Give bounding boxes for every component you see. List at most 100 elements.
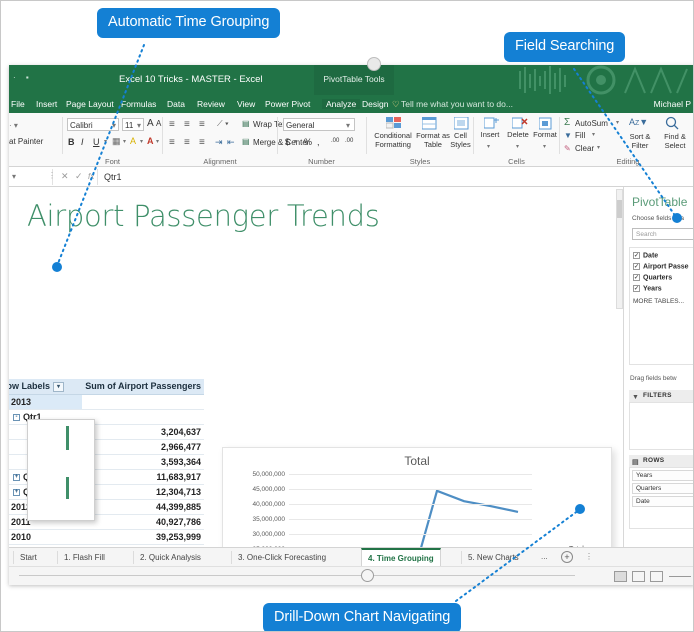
sheet-tab-overflow[interactable]: ... [541, 552, 548, 561]
tell-me-search[interactable]: Tell me what you want to do... [401, 99, 513, 109]
worksheet-vertical-scrollbar[interactable] [616, 189, 623, 309]
ribbon-tab-insert[interactable]: Insert [36, 99, 57, 109]
sheet-tab-menu-icon[interactable]: ⋮ [585, 552, 593, 561]
checkbox-checked-icon[interactable]: ✓ [633, 262, 640, 270]
conditional-formatting-button[interactable]: Conditional Formatting [370, 131, 416, 149]
table-row[interactable]: Mar 3,593,364 [9, 454, 204, 470]
comma-button[interactable]: , [317, 137, 320, 147]
fill-button[interactable]: Fill [575, 131, 585, 140]
field-item-years[interactable]: ✓ Years [633, 284, 693, 292]
zone-item-date[interactable]: Date [632, 496, 693, 507]
table-row[interactable]: -2013 [9, 394, 204, 410]
sheet-tab-one-click-forecasting[interactable]: 3. One-Click Forecasting [231, 551, 332, 564]
page-layout-view-button[interactable] [632, 571, 645, 582]
filter-dropdown-icon[interactable]: ▾ [53, 381, 65, 392]
table-row[interactable]: +2010 39,253,999 [9, 529, 204, 545]
borders-icon[interactable]: ▦ [112, 136, 121, 147]
search-input[interactable]: Search [632, 228, 693, 240]
find-select-icon[interactable] [665, 116, 679, 130]
number-format-box[interactable]: General [283, 118, 355, 131]
sheet-tab-time-grouping[interactable]: 4. Time Grouping [361, 548, 441, 567]
autosum-icon[interactable]: Σ [564, 117, 570, 128]
delete-cells-icon[interactable] [512, 117, 528, 130]
normal-view-button[interactable] [614, 571, 627, 582]
sheet-tab-flash-fill[interactable]: 1. Flash Fill [57, 551, 111, 564]
zoom-slider[interactable] [669, 576, 691, 577]
ribbon-tab-formulas[interactable]: Formulas [121, 99, 156, 109]
quick-access-toolbar[interactable]: · ▪ [13, 73, 33, 82]
bold-button[interactable]: B [68, 137, 75, 147]
percent-button[interactable]: % [304, 137, 312, 147]
cell-styles-icon[interactable] [454, 117, 470, 131]
ribbon-tab-power-pivot[interactable]: Power Pivot [265, 99, 310, 109]
pivot-header-row-labels[interactable]: Row Labels▾ [9, 379, 83, 395]
format-cells-icon[interactable] [539, 117, 553, 130]
ribbon-tab-design[interactable]: Design [362, 99, 388, 109]
shrink-font-icon[interactable]: A [156, 119, 161, 128]
increase-indent-icon[interactable]: ⇤ [227, 137, 235, 148]
table-row[interactable]: Feb 2,966,477 [9, 439, 204, 455]
format-button[interactable]: Format [531, 130, 559, 140]
horizontal-scrollbar-track[interactable] [19, 575, 575, 576]
align-left-icon[interactable]: ≡ [169, 137, 175, 148]
align-middle-icon[interactable]: ≡ [184, 119, 190, 130]
field-item-airport-passengers[interactable]: ✓ Airport Passe [633, 262, 693, 270]
autosum-button[interactable]: AutoSum [575, 119, 608, 128]
account-name[interactable]: Michael P [654, 99, 691, 109]
add-sheet-button[interactable]: + [561, 551, 573, 563]
fill-icon[interactable]: ▼ [564, 131, 572, 140]
insert-cells-icon[interactable] [484, 117, 500, 130]
cancel-icon[interactable]: ✕ [61, 171, 69, 182]
wrap-text-icon[interactable]: ▤ [242, 119, 250, 128]
align-top-icon[interactable]: ≡ [169, 119, 175, 130]
align-center-icon[interactable]: ≡ [184, 137, 190, 148]
clear-button[interactable]: Clear [575, 144, 594, 153]
field-item-date[interactable]: ✓ Date [633, 252, 693, 259]
table-row[interactable]: Jan 3,204,637 [9, 424, 204, 440]
expand-icon[interactable]: + [13, 473, 20, 481]
orientation-icon[interactable]: ⟋ ▾ [217, 119, 229, 129]
more-tables-link[interactable]: MORE TABLES... [633, 298, 693, 305]
checkbox-checked-icon[interactable]: ✓ [633, 284, 640, 292]
conditional-formatting-icon[interactable] [386, 117, 402, 131]
sheet-tab-new-charts[interactable]: 5. New Charts [461, 551, 525, 564]
merge-center-icon[interactable]: ▤ [242, 137, 250, 146]
ribbon-tab-file[interactable]: File [11, 99, 25, 109]
expand-icon[interactable]: + [13, 488, 20, 496]
font-color-icon[interactable]: A [147, 136, 154, 146]
grow-font-icon[interactable]: A [147, 118, 154, 129]
delete-button[interactable]: Delete [503, 130, 533, 140]
window-resize-handle[interactable] [367, 57, 381, 71]
format-as-table-button[interactable]: Format as Table [416, 131, 450, 149]
format-painter-button[interactable]: at Painter [9, 137, 43, 146]
table-row[interactable]: +2011 40,927,786 [9, 514, 204, 530]
ribbon-tab-page-layout[interactable]: Page Layout [66, 99, 114, 109]
currency-button[interactable]: $ [285, 137, 290, 147]
page-break-view-button[interactable] [650, 571, 663, 582]
zone-item-years[interactable]: Years [632, 470, 693, 481]
clear-icon[interactable]: ✎ [564, 144, 571, 153]
format-as-table-icon[interactable] [422, 117, 438, 131]
table-row[interactable]: - Qtr1 [9, 409, 204, 425]
sheet-tab-start[interactable]: Start [13, 551, 43, 564]
italic-button[interactable]: I [81, 137, 84, 147]
table-row[interactable]: + Qtr3 12,304,713 [9, 484, 204, 500]
align-bottom-icon[interactable]: ≡ [199, 119, 205, 130]
decrease-decimal-button[interactable]: .00 [345, 138, 353, 144]
ribbon-tab-analyze[interactable]: Analyze [322, 99, 361, 109]
ribbon-tab-review[interactable]: Review [197, 99, 225, 109]
increase-decimal-button[interactable]: .00 [331, 138, 339, 144]
checkbox-checked-icon[interactable]: ✓ [633, 273, 640, 281]
horizontal-scrollbar-thumb[interactable] [361, 569, 374, 582]
zone-box-filters[interactable] [629, 402, 693, 450]
find-select-button[interactable]: Find & Select [658, 132, 692, 150]
collapse-icon[interactable]: - [13, 413, 20, 421]
formula-bar-expand-icon[interactable]: ⋮ [48, 171, 56, 180]
pivot-chart[interactable]: Total 50,000,000 45,000,000 40,000,000 3… [222, 447, 612, 562]
table-row[interactable]: +2012 44,399,885 [9, 499, 204, 515]
field-item-quarters[interactable]: ✓ Quarters [633, 273, 693, 281]
underline-button[interactable]: U [93, 137, 100, 147]
align-right-icon[interactable]: ≡ [199, 137, 205, 148]
name-box-dropdown-icon[interactable]: ▾ [12, 172, 16, 181]
zone-box-rows[interactable]: Years Quarters Date [629, 467, 693, 529]
